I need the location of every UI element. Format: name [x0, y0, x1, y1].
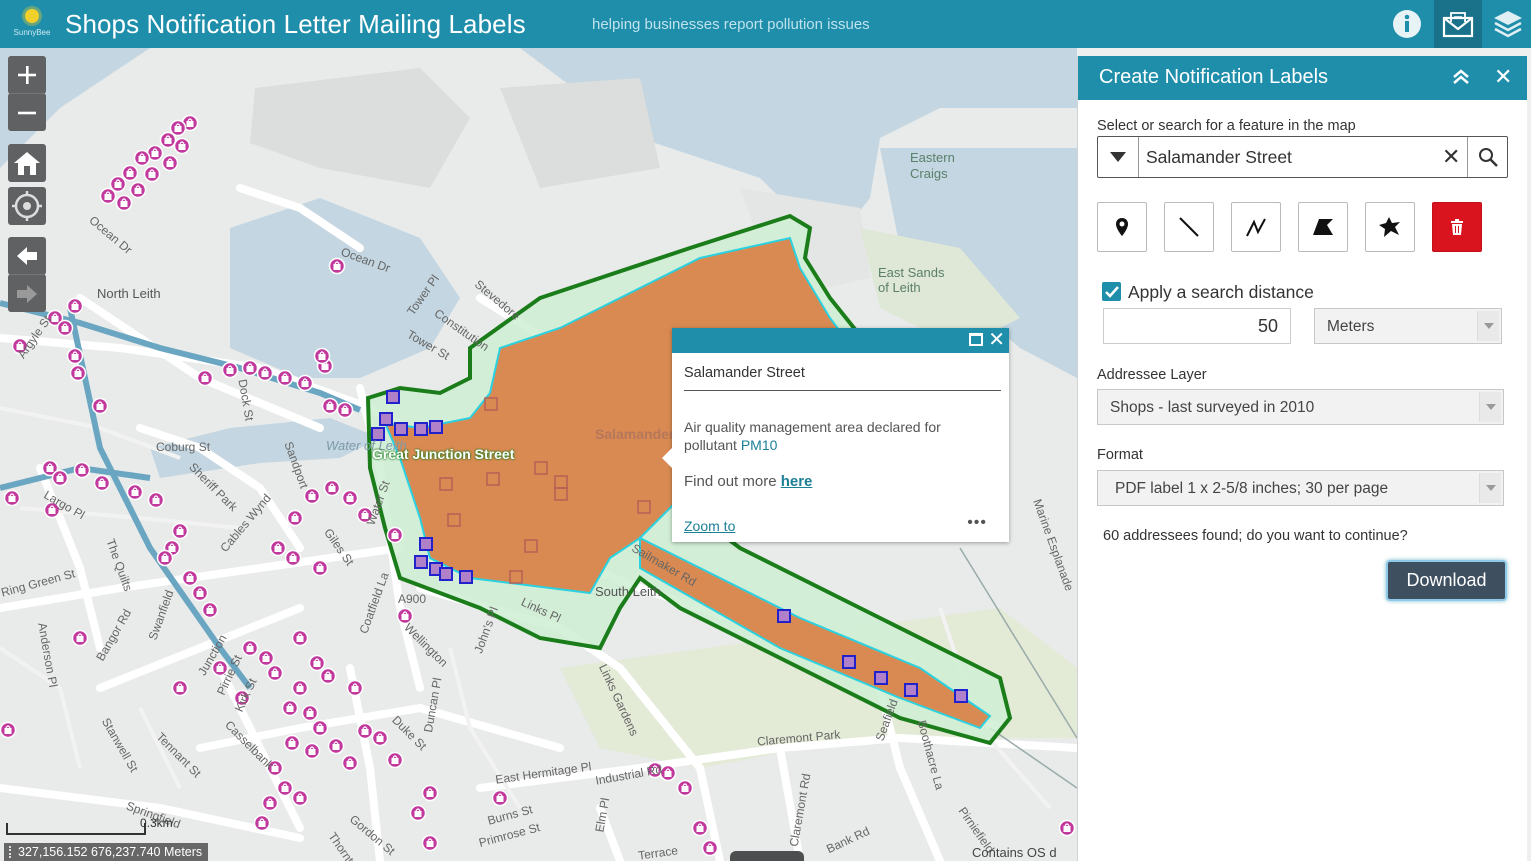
search-source-dropdown[interactable] [1098, 137, 1139, 177]
map-label: Salamander [595, 426, 675, 442]
bottom-panel-toggle[interactable] [730, 851, 804, 861]
distance-unit-value: Meters [1327, 318, 1375, 335]
zoom-in-button[interactable] [8, 56, 46, 94]
app-header: SunnyBee Shops Notification Letter Maili… [0, 0, 1531, 48]
locate-icon [12, 191, 42, 221]
map-label: A900 [398, 592, 427, 606]
map-label: South Leith [595, 584, 661, 599]
next-extent-button[interactable] [8, 274, 46, 312]
addressee-layer-select[interactable]: Shops - last surveyed in 2010 [1097, 389, 1504, 425]
mail-icon [1442, 12, 1474, 38]
close-icon[interactable]: ✕ [1494, 64, 1512, 90]
scale-bar [6, 823, 146, 835]
clear-search-icon[interactable]: ✕ [1442, 144, 1460, 170]
line-icon [1179, 217, 1199, 237]
freehand-polygon-icon [1379, 217, 1400, 237]
addressee-layer-value: Shops - last surveyed in 2010 [1110, 399, 1315, 416]
chevron-down-icon [1477, 311, 1499, 341]
locate-button[interactable] [8, 187, 46, 225]
checkmark-icon [1104, 285, 1119, 298]
coordinate-text: 327,156.152 676,237.740 Meters [18, 845, 203, 859]
popup-title: Salamander Street [684, 365, 805, 381]
map-label: Craigs [910, 166, 948, 181]
draw-polyline-button[interactable] [1231, 202, 1281, 252]
search-button[interactable] [1467, 137, 1508, 177]
format-label: Format [1097, 447, 1143, 463]
arrow-left-icon [17, 247, 37, 265]
collapse-button[interactable] [1452, 68, 1470, 91]
app-title: Shops Notification Letter Mailing Labels [65, 9, 526, 39]
maximize-icon[interactable] [969, 333, 983, 346]
popup-titlebar: ✕ [672, 328, 1009, 353]
draw-line-button[interactable] [1164, 202, 1214, 252]
panel-header: Create Notification Labels ✕ [1078, 56, 1527, 100]
download-button[interactable]: Download [1386, 560, 1507, 601]
point-icon [1116, 218, 1128, 236]
caret-down-icon [1110, 152, 1126, 162]
draw-point-button[interactable] [1097, 202, 1147, 252]
popup-divider [684, 390, 1001, 391]
popup-more-info: Find out more here [684, 473, 813, 490]
map-label: of Leith [878, 280, 921, 295]
close-icon[interactable]: ✕ [988, 329, 1005, 351]
chevron-down-icon [1479, 392, 1501, 422]
zoom-out-button[interactable] [8, 93, 46, 131]
plus-icon [18, 66, 36, 84]
coordinate-readout: 327,156.152 676,237.740 Meters [4, 843, 209, 861]
notification-panel: Create Notification Labels ✕ Select or s… [1077, 56, 1527, 861]
feature-search: ✕ [1097, 136, 1508, 178]
info-icon [1393, 10, 1421, 38]
layers-button[interactable] [1484, 0, 1531, 48]
home-icon [14, 152, 40, 175]
draw-freehand-button[interactable] [1365, 202, 1415, 252]
map-label: Eastern [910, 150, 955, 165]
mail-labels-button[interactable] [1434, 0, 1482, 48]
map-label: Coburg St [156, 440, 211, 454]
apply-distance-checkbox[interactable] [1102, 282, 1121, 301]
apply-distance-label: Apply a search distance [1128, 282, 1314, 302]
format-value: PDF label 1 x 2-5/8 inches; 30 per page [1115, 480, 1389, 497]
chevron-down-icon [1479, 473, 1501, 503]
draw-polygon-button[interactable] [1298, 202, 1348, 252]
double-chevron-up-icon [1453, 69, 1469, 84]
more-options-icon[interactable]: ••• [967, 514, 987, 532]
map-label: East Sands [878, 265, 945, 280]
search-icon [1479, 148, 1498, 167]
trash-icon [1451, 219, 1463, 235]
distance-input[interactable] [1103, 308, 1291, 344]
select-feature-label: Select or search for a feature in the ma… [1097, 118, 1356, 134]
pollutant-value: PM10 [740, 437, 778, 453]
distance-unit-select[interactable]: Meters [1314, 308, 1502, 344]
info-button[interactable] [1383, 0, 1431, 48]
layers-icon [1494, 11, 1522, 38]
addressees-found-message: 60 addressees found; do you want to cont… [1103, 528, 1408, 544]
popup-pointer [662, 448, 672, 468]
scale-label: 0.3km [140, 816, 173, 830]
logo-text: SunnyBee [13, 28, 51, 37]
home-button[interactable] [8, 144, 46, 182]
search-input[interactable] [1146, 146, 1426, 168]
map-label: Great Junction Street [372, 446, 515, 462]
format-select[interactable]: PDF label 1 x 2-5/8 inches; 30 per page [1097, 470, 1504, 506]
drag-handle-icon [9, 846, 12, 858]
previous-extent-button[interactable] [8, 237, 46, 275]
app-logo: SunnyBee [10, 8, 54, 42]
polyline-icon [1246, 218, 1266, 237]
addressee-layer-label: Addressee Layer [1097, 367, 1207, 383]
popup-description: Air quality management area declared for… [684, 419, 941, 453]
more-info-link[interactable]: here [781, 473, 813, 490]
zoom-to-link[interactable]: Zoom to [684, 518, 735, 534]
arrow-right-icon [17, 284, 37, 303]
sun-icon [25, 9, 39, 23]
map-view[interactable]: North Leith Eastern Craigs East Sands of… [0, 48, 1077, 861]
polygon-icon [1313, 219, 1333, 235]
map-label: North Leith [97, 286, 161, 301]
panel-title: Create Notification Labels [1099, 66, 1329, 88]
clear-graphics-button[interactable] [1432, 202, 1482, 252]
map-attribution: Contains OS d [972, 845, 1057, 860]
minus-icon [18, 111, 36, 114]
app-subtitle: helping businesses report pollution issu… [592, 16, 870, 33]
feature-popup: ✕ Salamander Street Air quality manageme… [662, 328, 1009, 542]
